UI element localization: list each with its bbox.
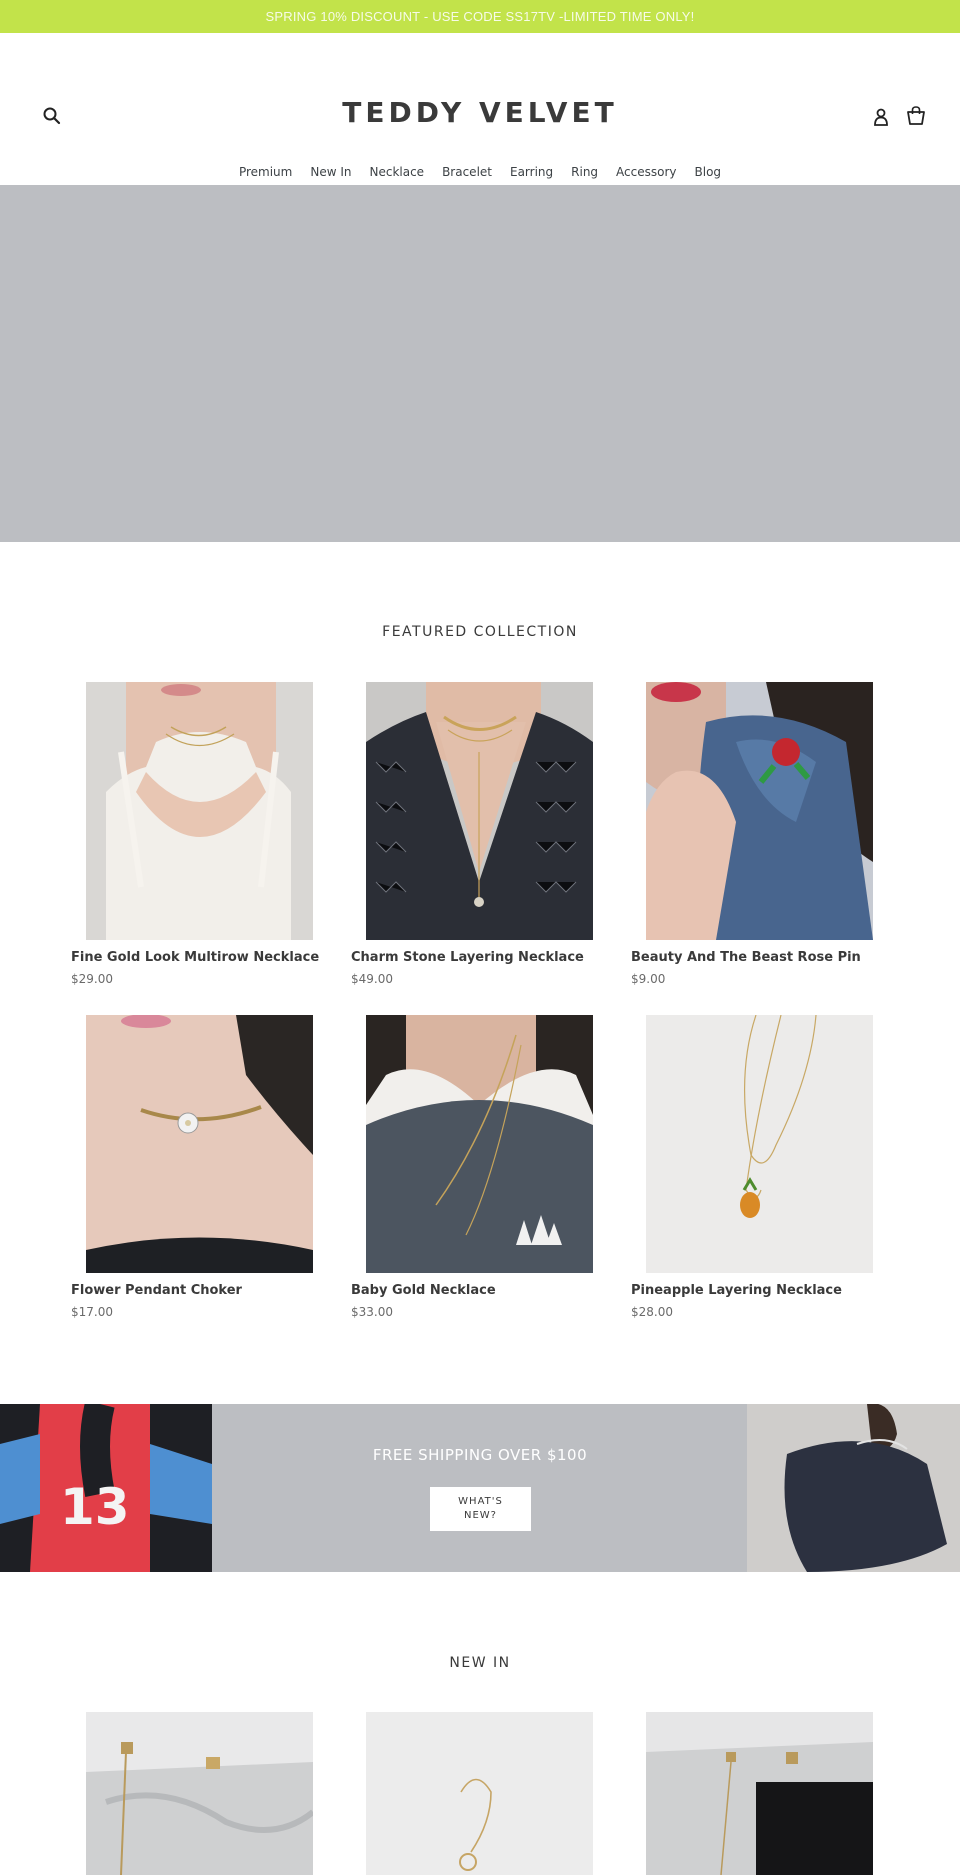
product-name[interactable]: Flower Pendant Choker <box>71 1283 242 1298</box>
product-image[interactable] <box>646 682 873 940</box>
nav-accessory[interactable]: Accessory <box>607 164 685 180</box>
announcement-text: SPRING 10% DISCOUNT - USE CODE SS17TV -L… <box>265 9 695 24</box>
hero-banner <box>0 185 960 542</box>
product-image[interactable] <box>86 1015 313 1273</box>
product-name[interactable]: Baby Gold Necklace <box>351 1283 496 1298</box>
nav-ring[interactable]: Ring <box>562 164 607 180</box>
product-price: $29.00 <box>71 972 113 986</box>
new-in-title: NEW IN <box>449 1655 511 1671</box>
product-price: $49.00 <box>351 972 393 986</box>
whats-new-button[interactable]: WHAT'S NEW? <box>430 1487 531 1531</box>
whats-new-button-line2: NEW? <box>464 1510 497 1521</box>
product-price: $33.00 <box>351 1305 393 1319</box>
nav-earring[interactable]: Earring <box>501 164 562 180</box>
account-button[interactable] <box>870 106 892 128</box>
product-image[interactable] <box>366 1015 593 1273</box>
product-price: $17.00 <box>71 1305 113 1319</box>
product-price: $9.00 <box>631 972 666 986</box>
nav-premium[interactable]: Premium <box>230 164 301 180</box>
new-in-product-image[interactable] <box>366 1712 593 1875</box>
promo-banner: 13 FREE SHIPPING OVER $100 WHAT'S NEW? <box>0 1404 960 1572</box>
main-nav: Premium New In Necklace Bracelet Earring… <box>0 164 960 180</box>
product-image[interactable] <box>646 1015 873 1273</box>
product-name[interactable]: Charm Stone Layering Necklace <box>351 950 584 965</box>
product-price: $28.00 <box>631 1305 673 1319</box>
announcement-bar: SPRING 10% DISCOUNT - USE CODE SS17TV -L… <box>0 0 960 33</box>
product-name[interactable]: Pineapple Layering Necklace <box>631 1283 842 1298</box>
cart-icon <box>907 106 925 125</box>
product-name[interactable]: Fine Gold Look Multirow Necklace <box>71 950 319 965</box>
whats-new-button-line1: WHAT'S <box>458 1496 503 1507</box>
promo-left-image: 13 <box>0 1404 212 1572</box>
product-name[interactable]: Beauty And The Beast Rose Pin <box>631 950 861 965</box>
nav-new-in[interactable]: New In <box>301 164 360 180</box>
nav-necklace[interactable]: Necklace <box>360 164 433 180</box>
account-icon <box>874 108 888 126</box>
site-logo[interactable]: TEDDY VELVET <box>0 96 960 129</box>
product-image[interactable] <box>366 682 593 940</box>
nav-blog[interactable]: Blog <box>686 164 731 180</box>
featured-collection-title: FEATURED COLLECTION <box>382 624 578 640</box>
svg-text:13: 13 <box>60 1478 130 1536</box>
product-image[interactable] <box>86 682 313 940</box>
nav-bracelet[interactable]: Bracelet <box>433 164 501 180</box>
site-header: TEDDY VELVET Premium New In Necklace Bra… <box>0 33 960 185</box>
new-in-product-image[interactable] <box>86 1712 313 1875</box>
cart-button[interactable] <box>904 105 928 127</box>
promo-right-image <box>747 1404 960 1572</box>
new-in-product-image[interactable] <box>646 1712 873 1875</box>
